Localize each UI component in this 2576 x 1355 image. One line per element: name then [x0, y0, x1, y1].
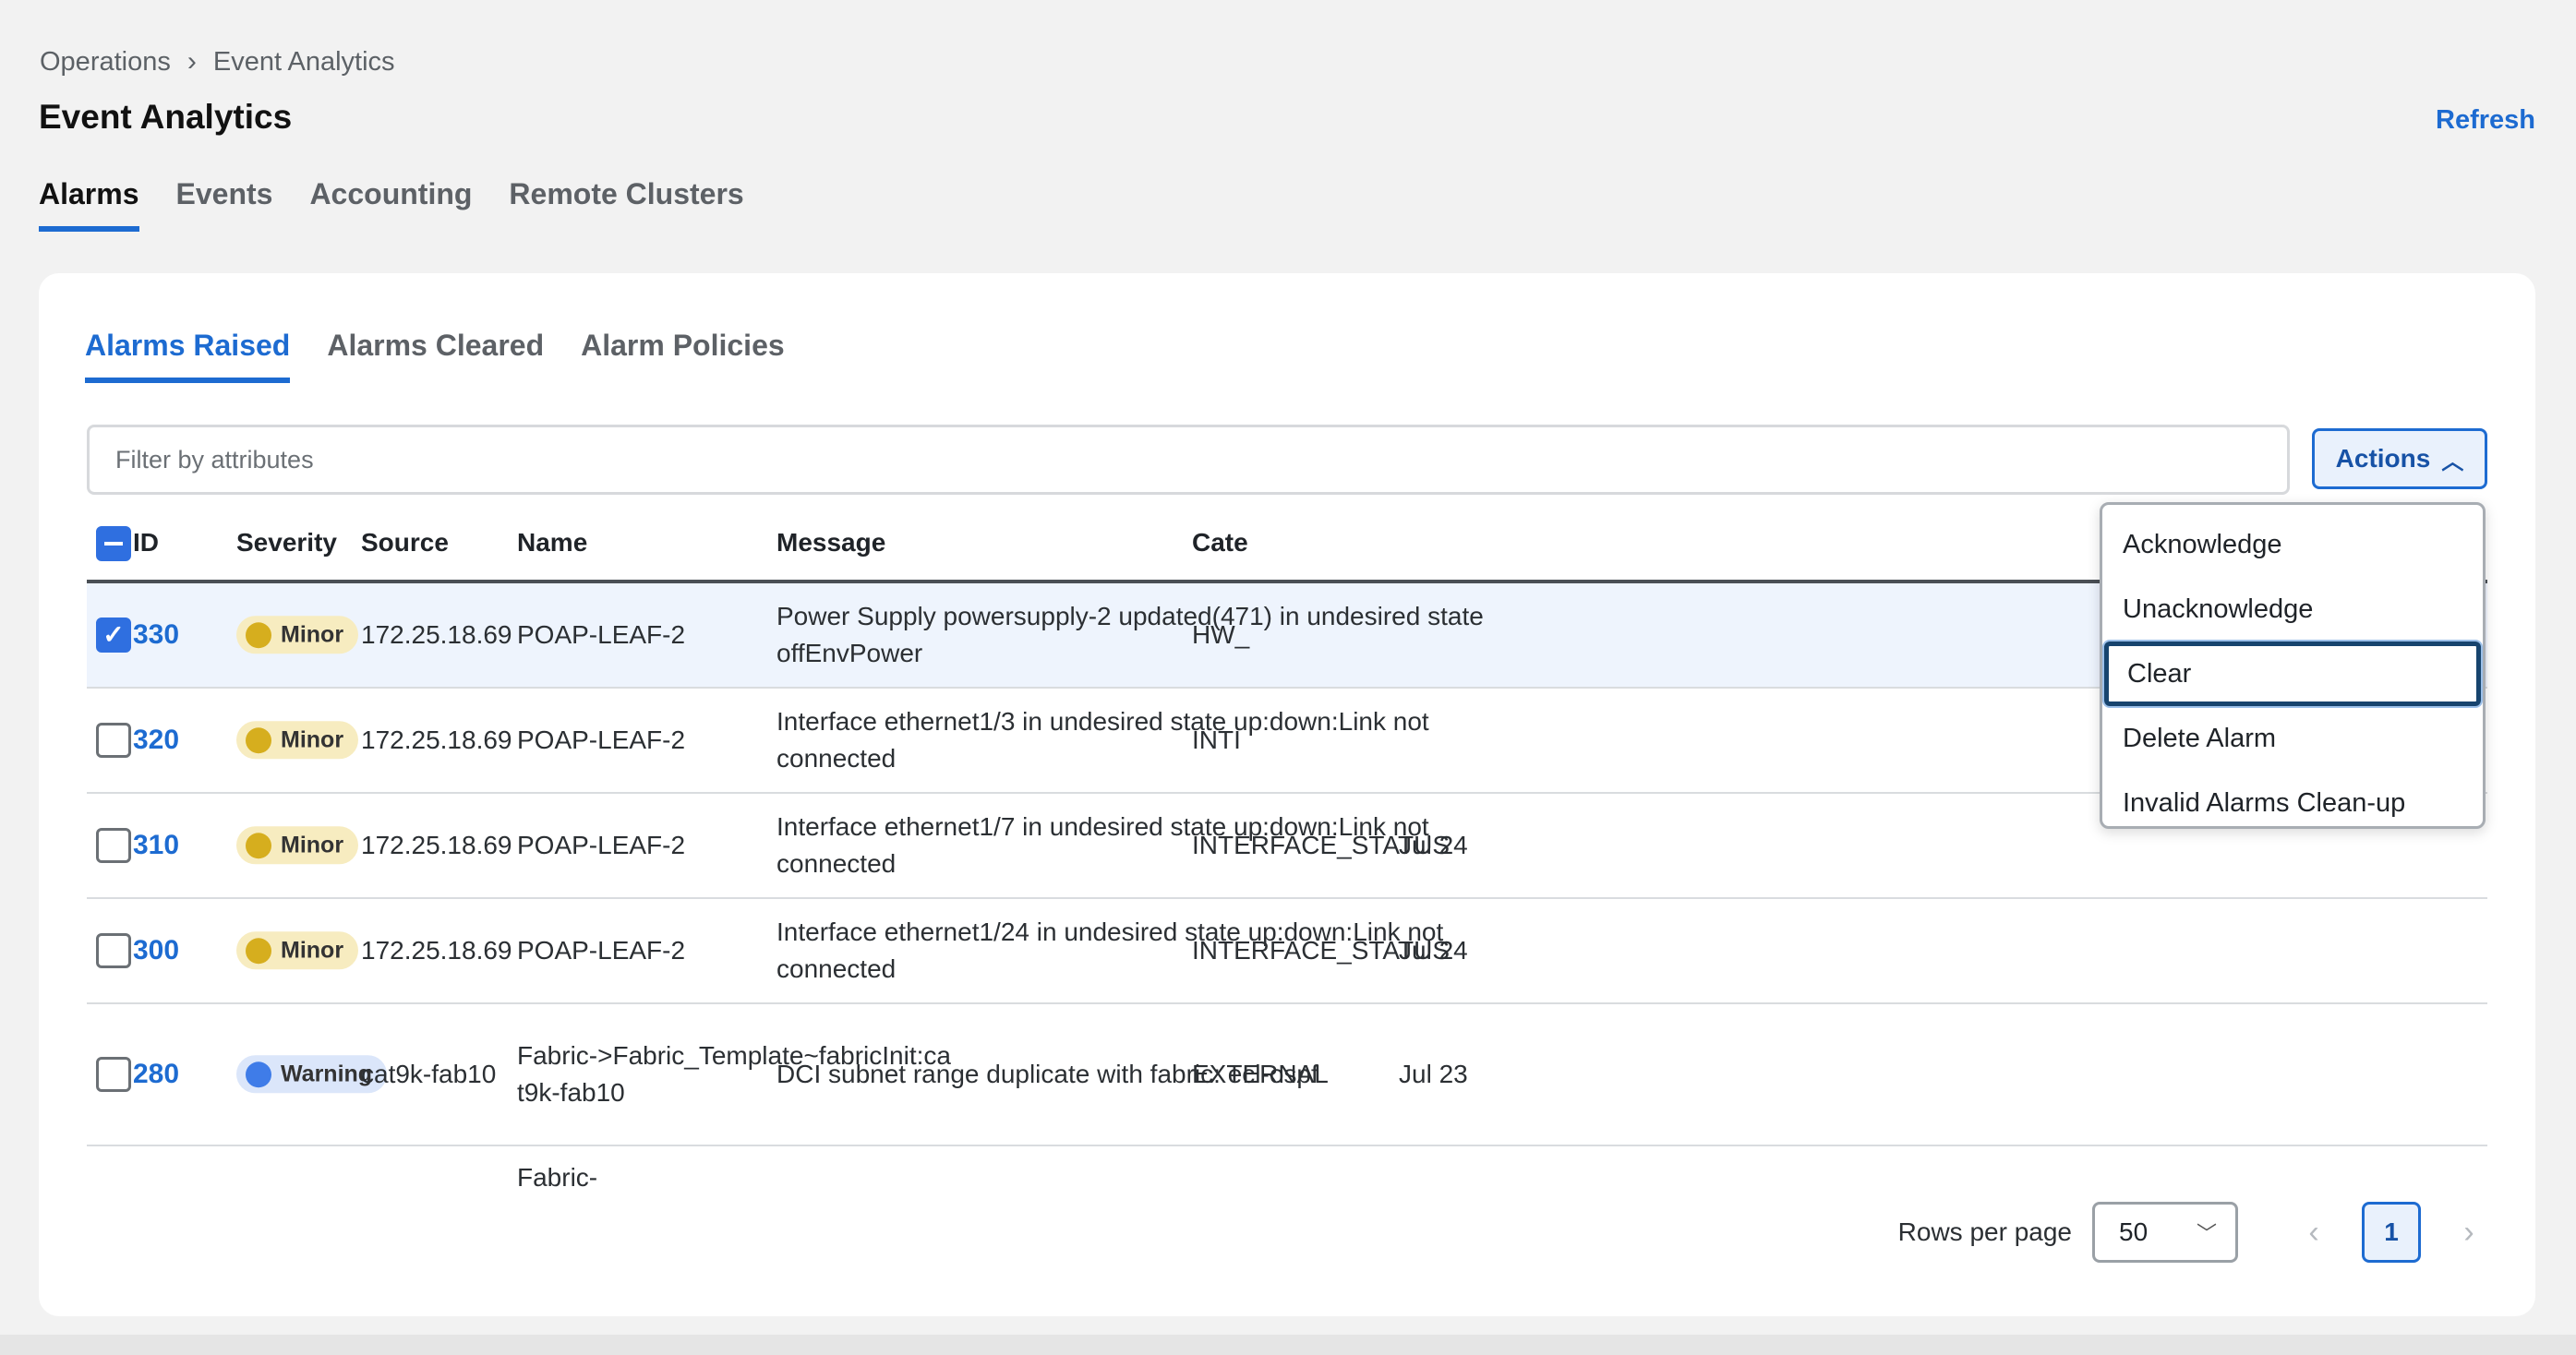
minor-dot-icon	[246, 726, 271, 753]
source-cell: 172.25.18.69	[361, 831, 512, 859]
col-category[interactable]: Cate	[1192, 528, 1248, 558]
actions-button[interactable]: Actions ︿	[2312, 428, 2487, 489]
date-cell: Jul 24	[1399, 936, 1468, 965]
name-cell: POAP-LEAF-2	[517, 620, 686, 649]
severity-label: Minor	[281, 726, 344, 753]
table-row[interactable]: 280 Warning cat9k-fab10 Fabric->Fabric_T…	[87, 1004, 2487, 1146]
breadcrumb-current: Event Analytics	[212, 46, 395, 77]
col-source[interactable]: Source	[361, 528, 449, 558]
actions-label: Actions	[2335, 444, 2431, 473]
col-message[interactable]: Message	[776, 528, 885, 558]
name-cell: Fabric-	[517, 1163, 598, 1192]
col-name[interactable]: Name	[517, 528, 587, 558]
row-checkbox[interactable]	[96, 723, 131, 758]
severity-badge: Minor	[236, 931, 359, 970]
rows-per-page-select[interactable]: 50 ﹀	[2092, 1202, 2238, 1263]
source-cell: 172.25.18.69	[361, 936, 512, 965]
name-cell: POAP-LEAF-2	[517, 831, 686, 859]
chevron-left-icon[interactable]: ‹	[2293, 1215, 2334, 1251]
sub-tabs: Alarms Raised Alarms Cleared Alarm Polic…	[85, 329, 785, 383]
minor-dot-icon	[246, 621, 271, 648]
rows-per-page-value: 50	[2119, 1217, 2149, 1246]
row-checkbox[interactable]	[96, 828, 131, 863]
alarm-id-link[interactable]: 320	[133, 725, 179, 756]
page-number-button[interactable]: 1	[2362, 1202, 2421, 1263]
menu-item-invalid-alarms-cleanup[interactable]: Invalid Alarms Clean-up	[2104, 771, 2481, 835]
name-cell: POAP-LEAF-2	[517, 725, 686, 754]
refresh-button[interactable]: Refresh	[2436, 105, 2535, 136]
date-cell: Jul 23	[1399, 1060, 1468, 1088]
severity-label: Minor	[281, 621, 344, 648]
actions-menu: Acknowledge Unacknowledge Clear Delete A…	[2100, 502, 2486, 829]
name-cell: POAP-LEAF-2	[517, 936, 686, 965]
alarm-id-link[interactable]: 310	[133, 830, 179, 861]
table-row[interactable]: 300 Minor 172.25.18.69 POAP-LEAF-2 Inter…	[87, 899, 2487, 1004]
severity-badge: Minor	[236, 616, 359, 654]
table-row-partial: Fabric-	[87, 1146, 2487, 1202]
message-cell: Power Supply powersupply-2 updated(471) …	[776, 602, 1484, 667]
col-severity[interactable]: Severity	[236, 528, 337, 558]
rows-per-page-label: Rows per page	[1897, 1217, 2072, 1246]
message-cell: DCI subnet range duplicate with fabric: …	[776, 1060, 1318, 1088]
alarm-id-link[interactable]: 280	[133, 1059, 179, 1090]
tab-events[interactable]: Events	[176, 177, 273, 232]
chevron-down-icon: ﹀	[2196, 1222, 2217, 1245]
source-cell: cat9k-fab10	[361, 1060, 497, 1088]
severity-label: Minor	[281, 832, 344, 858]
tab-alarms[interactable]: Alarms	[39, 177, 139, 232]
menu-item-acknowledge[interactable]: Acknowledge	[2104, 512, 2481, 577]
date-cell: Jul 24	[1399, 831, 1468, 859]
page-title: Event Analytics	[39, 98, 293, 136]
category-cell: INTI	[1192, 725, 1241, 754]
breadcrumb: Operations › Event Analytics	[40, 46, 395, 78]
col-id[interactable]: ID	[133, 528, 159, 558]
source-cell: 172.25.18.69	[361, 620, 512, 649]
filter-input[interactable]	[87, 425, 2290, 495]
severity-label: Minor	[281, 937, 344, 964]
severity-label: Warning	[281, 1061, 373, 1087]
tab-accounting[interactable]: Accounting	[309, 177, 472, 232]
select-all-checkbox[interactable]	[96, 526, 131, 561]
severity-badge: Minor	[236, 826, 359, 865]
severity-badge: Minor	[236, 721, 359, 760]
source-cell: 172.25.18.69	[361, 725, 512, 754]
minor-dot-icon	[246, 832, 271, 858]
category-cell: EXTERNAL	[1192, 1060, 1329, 1088]
minor-dot-icon	[246, 937, 271, 964]
tab-alarm-policies[interactable]: Alarm Policies	[581, 329, 785, 383]
alarm-id-link[interactable]: 300	[133, 935, 179, 966]
menu-item-delete-alarm[interactable]: Delete Alarm	[2104, 706, 2481, 771]
main-tabs: Alarms Events Accounting Remote Clusters	[39, 177, 744, 232]
chevron-right-icon: ›	[187, 46, 197, 77]
alarm-id-link[interactable]: 330	[133, 619, 179, 651]
tab-alarms-cleared[interactable]: Alarms Cleared	[327, 329, 544, 383]
menu-item-unacknowledge[interactable]: Unacknowledge	[2104, 577, 2481, 642]
row-checkbox[interactable]: ✓	[96, 618, 131, 653]
category-cell: HW_	[1192, 620, 1250, 649]
menu-item-clear[interactable]: Clear	[2104, 642, 2481, 706]
tab-remote-clusters[interactable]: Remote Clusters	[509, 177, 743, 232]
tab-alarms-raised[interactable]: Alarms Raised	[85, 329, 291, 383]
row-checkbox[interactable]	[96, 933, 131, 968]
chevron-right-icon[interactable]: ›	[2449, 1215, 2489, 1251]
pagination: Rows per page 50 ﹀ ‹ 1 ›	[1898, 1202, 2489, 1263]
bottom-strip	[0, 1335, 2576, 1355]
breadcrumb-operations[interactable]: Operations	[40, 47, 171, 78]
row-checkbox[interactable]	[96, 1057, 131, 1092]
chevron-up-icon: ︿	[2441, 449, 2464, 474]
warning-dot-icon	[246, 1061, 271, 1087]
message-cell: Interface ethernet1/3 in undesired state…	[776, 707, 1429, 773]
